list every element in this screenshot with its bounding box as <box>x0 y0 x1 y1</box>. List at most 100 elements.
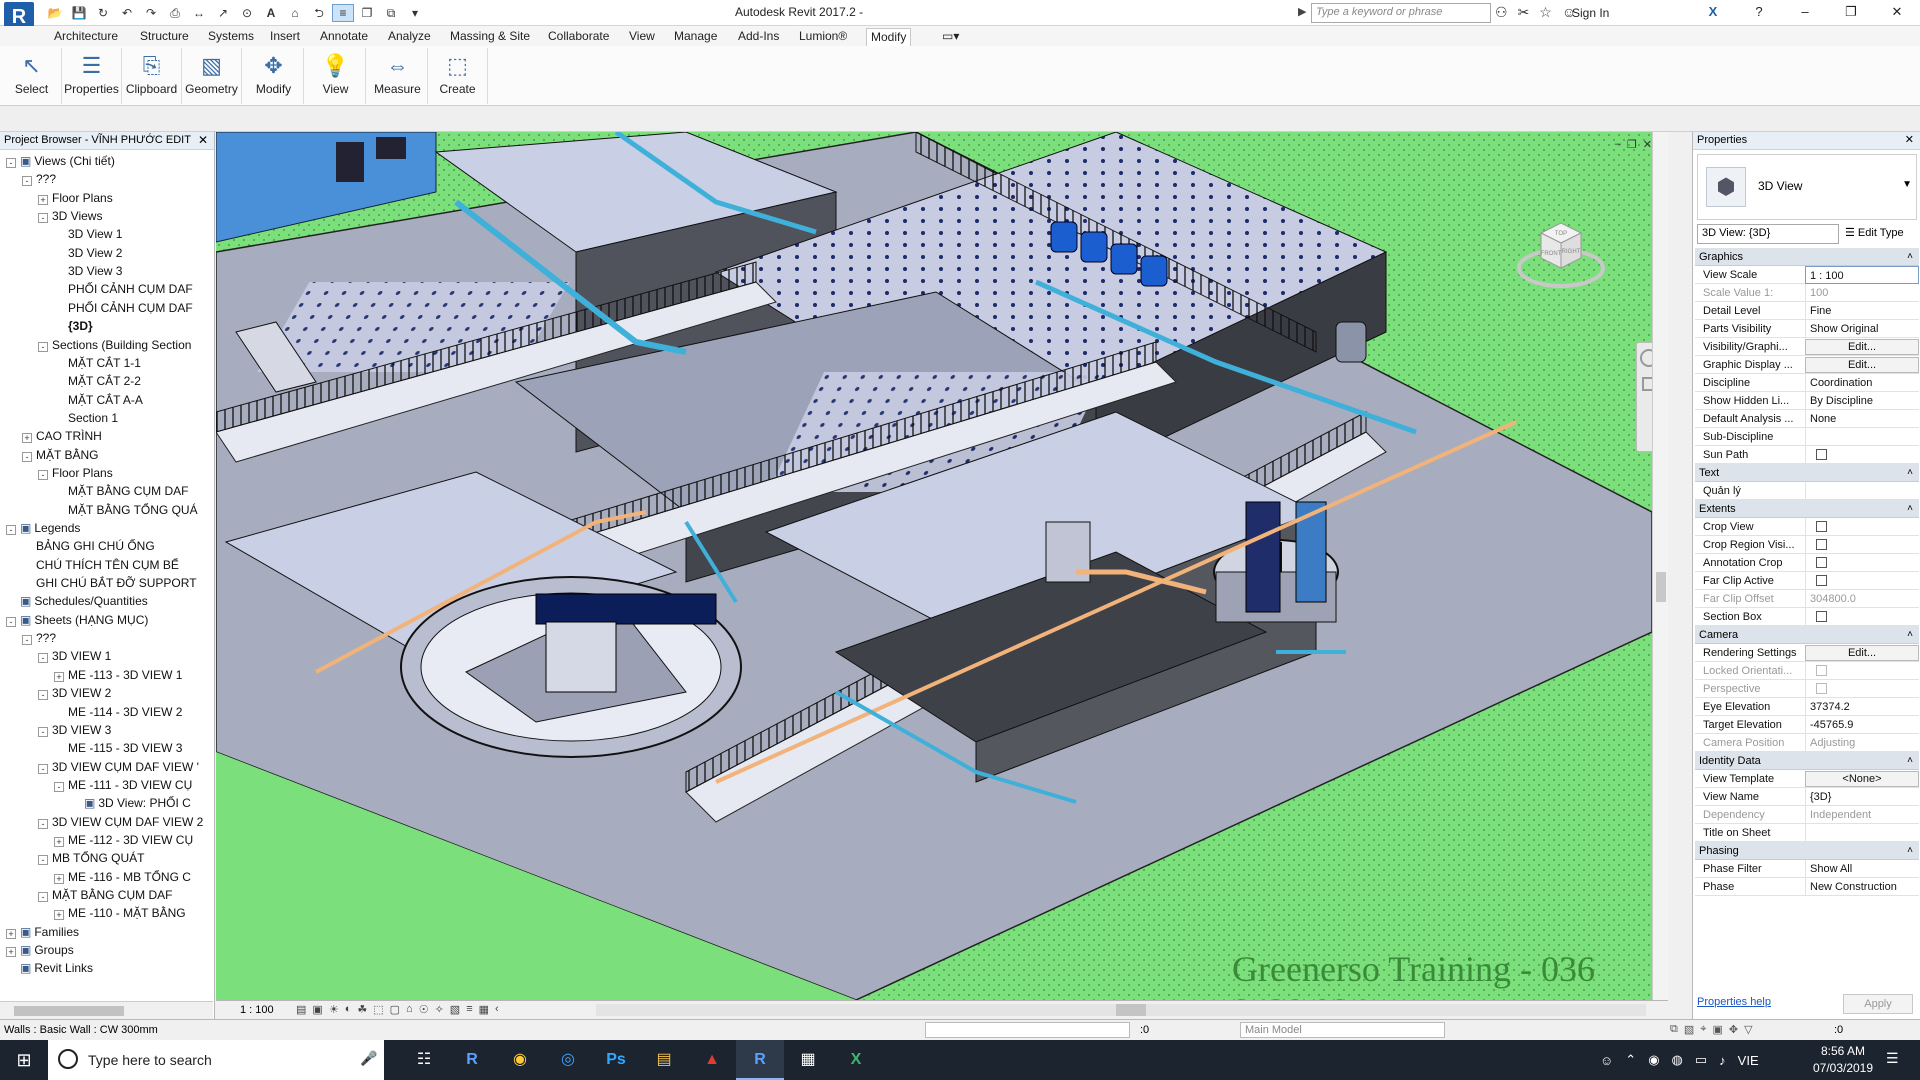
checkbox[interactable] <box>1816 539 1827 550</box>
tab-add-ins[interactable]: Add-Ins <box>734 28 783 46</box>
select-button[interactable]: ↖ Select <box>2 48 62 104</box>
property-value[interactable]: Fine <box>1805 302 1919 320</box>
property-group-header[interactable]: Phasing ˄ <box>1695 842 1919 860</box>
geometry-button[interactable]: ▧ Geometry <box>182 48 242 104</box>
tree-node[interactable]: PHỐI CẢNH CỤM DAF <box>54 299 193 317</box>
property-group-header[interactable]: Camera ˄ <box>1695 626 1919 644</box>
switch-windows-icon[interactable]: ⧉ <box>380 4 402 22</box>
chevron-down-icon[interactable]: ▼ <box>1902 179 1912 190</box>
sun-path-icon[interactable]: ☀ <box>329 1003 339 1016</box>
battery-icon[interactable]: ▭ <box>1695 1052 1707 1068</box>
collapse-group-icon[interactable]: ˄ <box>1907 500 1913 518</box>
volume-icon[interactable]: ♪ <box>1719 1053 1726 1068</box>
sign-in-button[interactable]: Sign In <box>1572 6 1609 20</box>
tree-node[interactable]: - MẶT BẰNG CỤM DAF <box>38 886 172 904</box>
properties-button[interactable]: ☰ Properties <box>62 48 122 104</box>
instance-filter-select[interactable]: 3D View: {3D} <box>1697 224 1839 244</box>
property-value[interactable] <box>1805 428 1919 446</box>
edit-type-button[interactable]: ☰ Edit Type <box>1845 226 1904 239</box>
workset-select[interactable] <box>925 1022 1130 1038</box>
horizontal-scrollbar[interactable] <box>0 1001 213 1019</box>
expand-icon[interactable]: + <box>54 836 64 847</box>
binoculars-icon[interactable]: ⚇ <box>1495 4 1508 21</box>
redo-icon[interactable]: ↷ <box>140 4 162 22</box>
tab-analyze[interactable]: Analyze <box>384 28 435 46</box>
tree-node[interactable]: 3D View 1 <box>54 225 122 243</box>
tree-node[interactable]: MẶT CẮT 1-1 <box>54 354 141 372</box>
checkbox[interactable] <box>1816 449 1827 460</box>
expand-icon[interactable]: + <box>6 928 16 939</box>
view-scale[interactable]: 1 : 100 <box>240 1004 274 1016</box>
select-underlay-icon[interactable]: ▧ <box>1684 1023 1694 1036</box>
tree-node[interactable]: CHÚ THÍCH TÊN CỤM BỂ <box>22 556 179 574</box>
checkbox[interactable] <box>1816 521 1827 532</box>
language-indicator[interactable]: VIE <box>1738 1053 1759 1068</box>
expand-icon[interactable]: + <box>54 873 64 884</box>
analytical-model-icon[interactable]: ≡ <box>466 1003 472 1016</box>
thin-lines-icon[interactable]: ≡ <box>332 4 354 22</box>
property-group-header[interactable]: Identity Data ˄ <box>1695 752 1919 770</box>
property-value[interactable] <box>1805 572 1919 590</box>
collapse-icon[interactable]: - <box>38 818 48 829</box>
expand-icon[interactable]: + <box>54 910 64 921</box>
collapse-icon[interactable]: - <box>38 469 48 480</box>
3d-model-view[interactable] <box>216 132 1652 1000</box>
collapse-icon[interactable]: - <box>38 653 48 664</box>
highlight-displacement-icon[interactable]: ▦ <box>479 1003 489 1016</box>
tree-node[interactable]: BẢNG GHI CHÚ ỐNG <box>22 537 155 555</box>
tree-node[interactable]: GHI CHÚ BẮT ĐỠ SUPPORT <box>22 574 197 592</box>
tree-node[interactable]: + ME -110 - MẶT BẰNG <box>54 904 186 922</box>
tree-node[interactable]: - ME -111 - 3D VIEW CỤ <box>54 776 192 794</box>
type-selector[interactable]: ⬢ 3D View ▼ <box>1697 154 1917 220</box>
acrobat-icon[interactable]: ▲ <box>688 1040 736 1080</box>
viewcube[interactable]: TOP FRONT RIGHT <box>1516 208 1606 298</box>
tab-systems[interactable]: Systems <box>204 28 258 46</box>
checkbox[interactable] <box>1816 575 1827 586</box>
lock-view-icon[interactable]: ⌂ <box>406 1003 413 1016</box>
measure-icon[interactable]: ↔ <box>188 4 210 22</box>
tree-node[interactable]: - Sections (Building Section <box>38 336 191 354</box>
tab-architecture[interactable]: Architecture <box>50 28 122 46</box>
exchange-apps-icon[interactable]: X <box>1690 0 1736 24</box>
clipboard-button[interactable]: ⎘ Clipboard <box>122 48 182 104</box>
property-value[interactable]: New Construction <box>1805 878 1919 896</box>
collapse-icon[interactable]: - <box>38 341 48 352</box>
property-edit-button[interactable]: <None> <box>1805 771 1919 787</box>
tree-node[interactable]: + Floor Plans <box>38 189 113 207</box>
collapse-icon[interactable]: - <box>22 176 32 187</box>
tree-node[interactable]: + ME -116 - MB TỔNG C <box>54 868 191 886</box>
property-value[interactable]: Coordination <box>1805 374 1919 392</box>
subscription-icon[interactable]: ✂ <box>1518 4 1530 21</box>
tree-node[interactable]: ▣ 3D View: PHỐI C <box>70 794 191 812</box>
tab-manage[interactable]: Manage <box>670 28 721 46</box>
property-edit-button[interactable]: Edit... <box>1805 357 1919 373</box>
minimize-icon[interactable]: – <box>1782 0 1828 24</box>
tree-node[interactable]: -??? <box>22 170 56 188</box>
media-icon[interactable]: ▦ <box>784 1040 832 1080</box>
tree-node[interactable]: ME -114 - 3D VIEW 2 <box>54 703 182 721</box>
property-edit-button[interactable]: Edit... <box>1805 339 1919 355</box>
property-value[interactable]: None <box>1805 410 1919 428</box>
tree-node[interactable]: + CAO TRÌNH <box>22 427 102 445</box>
tab-massing-site[interactable]: Massing & Site <box>446 28 534 46</box>
hide-isolate-icon[interactable]: ☉ <box>419 1003 429 1016</box>
tag-icon[interactable]: ⊙ <box>236 4 258 22</box>
restore-icon[interactable]: ❐ <box>1627 138 1637 151</box>
tab-lumion[interactable]: Lumion® <box>795 28 851 46</box>
collapse-icon[interactable]: - <box>6 158 16 168</box>
tree-node[interactable]: + ME -112 - 3D VIEW CỤ <box>54 831 193 849</box>
drag-elements-icon[interactable]: ✥ <box>1729 1023 1738 1036</box>
shadows-icon[interactable]: ◐ <box>345 1003 352 1016</box>
select-face-icon[interactable]: ▣ <box>1712 1023 1722 1036</box>
property-value[interactable] <box>1805 608 1919 626</box>
collapse-group-icon[interactable]: ˄ <box>1907 842 1913 860</box>
tree-node[interactable]: -??? <box>22 629 56 647</box>
network-icon[interactable]: ◍ <box>1672 1052 1683 1068</box>
detail-level-icon[interactable]: ▤ <box>296 1003 306 1016</box>
expand-icon[interactable]: + <box>6 947 16 958</box>
tree-node[interactable]: + ▣ Groups <box>6 941 74 959</box>
customize-qat-icon[interactable]: ▾ <box>404 4 426 22</box>
tree-node[interactable]: MẶT CẮT 2-2 <box>54 372 141 390</box>
collapse-group-icon[interactable]: ˄ <box>1907 752 1913 770</box>
collapse-group-icon[interactable]: ˄ <box>1907 248 1913 266</box>
